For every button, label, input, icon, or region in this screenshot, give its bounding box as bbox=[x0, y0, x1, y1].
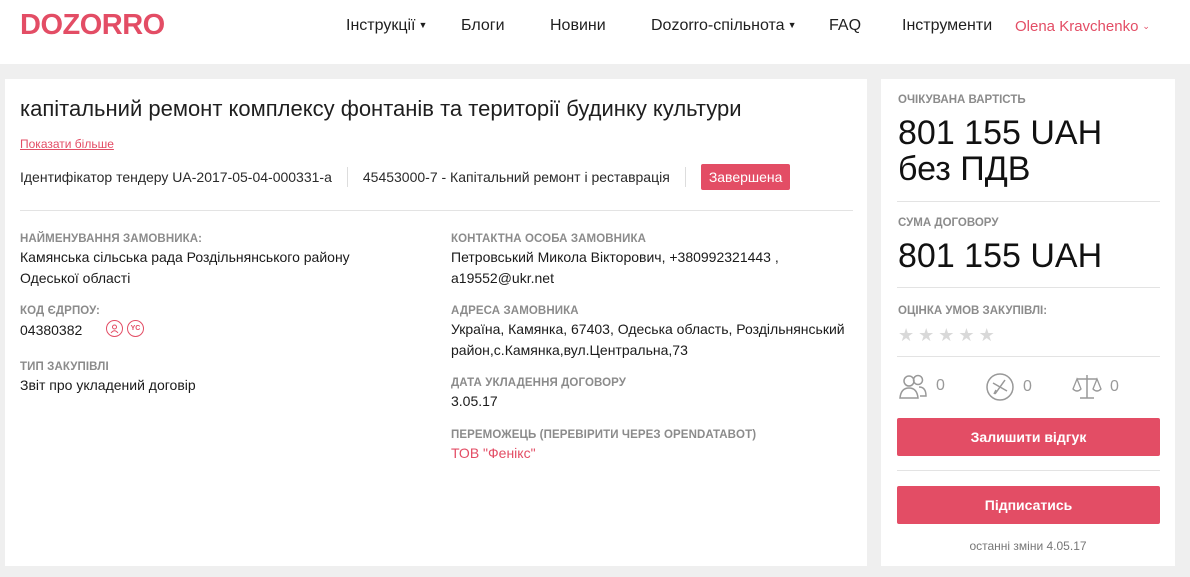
nav-tools-label: Інструменти bbox=[902, 17, 993, 34]
status-badge: Завершена bbox=[700, 164, 791, 190]
rating-stars[interactable]: ★ ★ ★ ★ ★ bbox=[898, 326, 995, 344]
winner-link[interactable]: ТОВ "Фенікс" bbox=[451, 443, 536, 464]
address-label: АДРЕСА ЗАМОВНИКА bbox=[451, 305, 579, 317]
divider bbox=[346, 167, 348, 187]
violations-stat: 0 bbox=[985, 372, 1032, 402]
tender-meta-row: Ідентифікатор тендеру UA-2017-05-04-0003… bbox=[20, 164, 791, 190]
nav-blogs[interactable]: Блоги bbox=[461, 17, 505, 37]
nav-tools[interactable]: Інструменти bbox=[902, 17, 992, 37]
procurement-type-value: Звіт про укладений договір bbox=[20, 377, 196, 393]
show-more-link[interactable]: Показати більше bbox=[20, 137, 114, 151]
nav-news-label: Новини bbox=[550, 17, 606, 34]
nav-community-label: Dozorro-спільнота bbox=[651, 17, 785, 34]
complaints-stat: 0 bbox=[1072, 372, 1119, 402]
divider bbox=[20, 210, 853, 211]
yc-icon[interactable]: YC bbox=[127, 320, 144, 337]
complaints-count: 0 bbox=[1110, 378, 1119, 395]
reviews-stat: 0 bbox=[898, 372, 945, 400]
edrpou-value: 04380382 bbox=[20, 322, 83, 338]
nav-news[interactable]: Новини bbox=[550, 17, 606, 37]
buyer-value: Камянська сільська рада Роздільнянського… bbox=[20, 249, 350, 286]
contact-label: КОНТАКТНА ОСОБА ЗАМОВНИКА bbox=[451, 233, 646, 245]
divider bbox=[897, 470, 1160, 471]
contract-sum-amount: 801 155 UAH bbox=[898, 237, 1103, 275]
person-icon[interactable] bbox=[106, 320, 123, 337]
logo-text: DOZORRO bbox=[20, 9, 165, 41]
contract-sum-label: СУМА ДОГОВОРУ bbox=[898, 217, 999, 229]
contact-value: Петровський Микола Вікторович, +38099232… bbox=[451, 249, 779, 286]
scales-icon bbox=[1072, 375, 1102, 399]
subscribe-button[interactable]: Підписатись bbox=[897, 486, 1160, 524]
rating-label: ОЦІНКА УМОВ ЗАКУПІВЛІ: bbox=[898, 305, 1048, 317]
user-menu[interactable]: Olena Kravchenko ⌄ bbox=[1015, 18, 1150, 35]
chevron-down-icon: ▼ bbox=[787, 20, 797, 30]
star-icon[interactable]: ★ bbox=[979, 326, 995, 344]
divider bbox=[897, 356, 1160, 357]
yc-icon-text: YC bbox=[130, 325, 141, 332]
no-edit-icon bbox=[986, 373, 1014, 401]
tender-id: Ідентифікатор тендеру UA-2017-05-04-0003… bbox=[20, 169, 332, 185]
contract-date-label: ДАТА УКЛАДЕННЯ ДОГОВОРУ bbox=[451, 377, 627, 389]
nav-blogs-label: Блоги bbox=[461, 17, 505, 34]
last-changes: останні зміни 4.05.17 bbox=[969, 539, 1087, 553]
expected-value-amount: 801 155 UAH bbox=[898, 114, 1103, 152]
leave-review-button[interactable]: Залишити відгук bbox=[897, 418, 1160, 456]
buyer-label: НАЙМЕНУВАННЯ ЗАМОВНИКА: bbox=[20, 233, 203, 245]
procurement-type-label: ТИП ЗАКУПІВЛІ bbox=[20, 361, 109, 373]
star-icon[interactable]: ★ bbox=[958, 326, 974, 344]
expected-value-label: ОЧІКУВАНА ВАРТІСТЬ bbox=[898, 94, 1026, 106]
dozorro-logo[interactable]: DOZORRO bbox=[20, 8, 180, 42]
winner-label: ПЕРЕМОЖЕЦЬ (ПЕРЕВІРИТИ ЧЕРЕЗ OPENDATABOT… bbox=[451, 429, 757, 441]
nav-faq[interactable]: FAQ bbox=[829, 17, 861, 37]
expected-value-vat: без ПДВ bbox=[898, 150, 1031, 188]
reviews-count: 0 bbox=[936, 377, 945, 394]
contract-date-value: 3.05.17 bbox=[451, 393, 498, 409]
nav-instructions[interactable]: Інструкції ▼ bbox=[346, 17, 427, 37]
address-value: Україна, Камянка, 67403, Одеська область… bbox=[451, 321, 845, 358]
divider bbox=[684, 167, 686, 187]
top-header: DOZORRO Інструкції ▼ Блоги Новини Dozorro… bbox=[0, 0, 1190, 64]
user-name: Olena Kravchenko bbox=[1015, 18, 1139, 35]
tender-cpv: 45453000-7 - Капітальний ремонт і рестав… bbox=[362, 169, 670, 185]
tender-title: капітальний ремонт комплексу фонтанів та… bbox=[20, 96, 742, 121]
nav-community[interactable]: Dozorro-спільнота ▼ bbox=[651, 17, 796, 37]
nav-instructions-label: Інструкції bbox=[346, 17, 416, 34]
divider bbox=[897, 287, 1160, 288]
nav-faq-label: FAQ bbox=[829, 17, 862, 34]
star-icon[interactable]: ★ bbox=[918, 326, 934, 344]
star-icon[interactable]: ★ bbox=[938, 326, 954, 344]
chevron-down-icon: ⌄ bbox=[1142, 21, 1150, 31]
edrpou-label: КОД ЄДРПОУ: bbox=[20, 305, 100, 317]
divider bbox=[897, 201, 1160, 202]
users-icon bbox=[899, 374, 927, 399]
star-icon[interactable]: ★ bbox=[898, 326, 914, 344]
violations-count: 0 bbox=[1023, 378, 1032, 395]
chevron-down-icon: ▼ bbox=[418, 20, 428, 30]
